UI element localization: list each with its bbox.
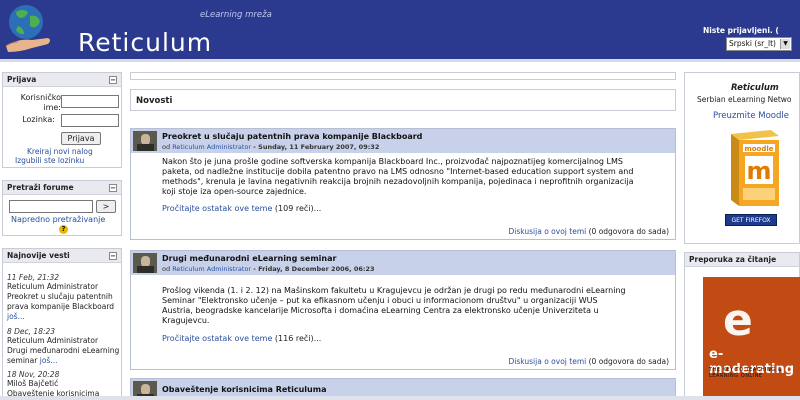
- login-block-title: Prijava: [7, 75, 37, 84]
- reticulum-title: Reticulum: [731, 83, 779, 93]
- post-title: Obaveštenje korisnicima Reticuluma: [162, 385, 327, 394]
- read-more-link[interactable]: Pročitajte ostatak ove teme: [162, 334, 272, 343]
- get-firefox-badge[interactable]: GET FIREFOX: [725, 214, 777, 226]
- recommended-reading-block: Preporuka za čitanje e e-moderating THE …: [684, 252, 800, 400]
- post-discussion: Diskusija o ovoj temi (0 odgovora do sad…: [509, 227, 669, 236]
- reply-count: (0 odgovora do sada): [588, 227, 669, 236]
- globe-hand-logo[interactable]: [2, 2, 56, 56]
- news-author: Miloš Bajčetić: [7, 379, 59, 388]
- top-divider: [130, 72, 676, 80]
- forgot-password-link[interactable]: Izgubili ste lozinku: [15, 156, 84, 165]
- news-item: 8 Dec, 18:23 Reticulum Administrator Dru…: [7, 327, 121, 366]
- discussion-link[interactable]: Diskusija o ovoj temi: [509, 357, 587, 366]
- news-heading: Novosti: [136, 96, 173, 106]
- post-date: - Sunday, 11 February 2007, 09:32: [253, 143, 380, 151]
- post-date: - Friday, 8 December 2006, 06:23: [253, 265, 375, 273]
- avatar[interactable]: [133, 253, 157, 273]
- svg-text:m: m: [746, 157, 771, 185]
- avatar[interactable]: [133, 131, 157, 151]
- username-label: Korisničko ime:: [20, 93, 61, 112]
- forum-post: Preokret u slučaju patentnih prava kompa…: [130, 128, 676, 240]
- forum-post: Drugi međunarodni eLearning seminar od R…: [130, 250, 676, 370]
- book-tagline: THE KEY TO TEACHING & LEARNING ONLINE: [709, 367, 783, 379]
- site-header: eLearning mreža Reticulum Niste prijavlj…: [0, 0, 800, 62]
- post-read-more: Pročitajte ostatak ove teme (116 reči)..…: [162, 334, 321, 343]
- latest-news-block: Najnovije vesti − 11 Feb, 21:32 Reticulu…: [2, 248, 122, 400]
- help-icon[interactable]: ?: [59, 225, 68, 234]
- news-text[interactable]: Drugi međunarodni eLearning seminar još.…: [7, 346, 121, 366]
- post-header: Drugi međunarodni eLearning seminar od R…: [131, 251, 675, 275]
- post-author-link[interactable]: Reticulum Administrator: [172, 143, 251, 151]
- post-body: Prošlog vikenda (1. i 2. 12) na Mašinsko…: [162, 286, 626, 325]
- username-input[interactable]: [61, 95, 119, 108]
- reticulum-subtitle: Serbian eLearning Netwo: [697, 95, 792, 104]
- news-item: 11 Feb, 21:32 Reticulum Administrator Pr…: [7, 273, 121, 322]
- latest-news-header: Najnovije vesti −: [3, 249, 121, 263]
- news-more-link[interactable]: još...: [40, 356, 58, 365]
- password-input[interactable]: [61, 114, 119, 127]
- password-label: Lozinka:: [22, 115, 55, 124]
- discussion-link[interactable]: Diskusija o ovoj temi: [509, 227, 587, 236]
- login-button[interactable]: Prijava: [61, 132, 101, 145]
- forum-search-block: Pretraži forume − > Napredno pretraživan…: [2, 180, 122, 236]
- site-subtitle: eLearning mreža: [200, 10, 272, 20]
- scrollbar-track[interactable]: [0, 396, 800, 400]
- site-name[interactable]: Reticulum: [78, 28, 212, 57]
- news-heading-box: Novosti: [130, 89, 676, 111]
- post-read-more: Pročitajte ostatak ove teme (109 reči)..…: [162, 204, 321, 213]
- language-value: Srpski (sr_lt): [729, 39, 776, 48]
- word-count: (109 reči)...: [274, 204, 322, 213]
- chevron-down-icon[interactable]: ▼: [780, 39, 790, 49]
- book-cover-image[interactable]: e e-moderating THE KEY TO TEACHING & LEA…: [703, 277, 800, 400]
- news-author: Reticulum Administrator: [7, 336, 99, 345]
- login-status: Niste prijavljeni. (: [703, 26, 779, 35]
- reticulum-info-block: Reticulum Serbian eLearning Netwo Preuzm…: [684, 72, 800, 244]
- news-date: 11 Feb, 21:32: [7, 273, 59, 282]
- moodle-box-image[interactable]: moodle m: [723, 128, 781, 208]
- news-more-link[interactable]: još...: [7, 312, 25, 321]
- post-meta: od Reticulum Administrator - Sunday, 11 …: [162, 143, 380, 151]
- search-block-header: Pretraži forume −: [3, 181, 121, 195]
- post-author-link[interactable]: Reticulum Administrator: [172, 265, 251, 273]
- post-title: Preokret u slučaju patentnih prava kompa…: [162, 132, 423, 141]
- advanced-search-link[interactable]: Napredno pretraživanje: [11, 215, 105, 224]
- download-moodle-link[interactable]: Preuzmite Moodle: [713, 111, 789, 121]
- create-account-link[interactable]: Kreiraj novi nalog: [27, 147, 93, 156]
- forum-search-input[interactable]: [9, 200, 93, 213]
- collapse-icon[interactable]: −: [109, 76, 117, 84]
- read-more-link[interactable]: Pročitajte ostatak ove teme: [162, 204, 272, 213]
- news-item: 18 Nov, 20:28 Miloš Bajčetić Obaveštenje…: [7, 370, 121, 399]
- search-block-title: Pretraži forume: [7, 183, 74, 192]
- post-body: Nakon što je juna prošle godine softvers…: [162, 157, 634, 196]
- reply-count: (0 odgovora do sada): [588, 357, 669, 366]
- news-date: 18 Nov, 20:28: [7, 370, 60, 379]
- collapse-icon[interactable]: −: [109, 184, 117, 192]
- recommended-header: Preporuka za čitanje: [685, 253, 799, 267]
- news-author: Reticulum Administrator: [7, 282, 99, 291]
- word-count: (116 reči)...: [274, 334, 322, 343]
- login-block-header: Prijava −: [3, 73, 121, 87]
- post-discussion: Diskusija o ovoj temi (0 odgovora do sad…: [509, 357, 669, 366]
- search-submit-button[interactable]: >: [96, 200, 116, 213]
- news-date: 8 Dec, 18:23: [7, 327, 56, 336]
- post-title: Drugi međunarodni eLearning seminar: [162, 254, 337, 263]
- moodle-box-text: moodle: [744, 145, 773, 153]
- recommended-title: Preporuka za čitanje: [689, 255, 777, 264]
- language-select[interactable]: Srpski (sr_lt) ▼: [726, 37, 792, 51]
- post-meta: od Reticulum Administrator - Friday, 8 D…: [162, 265, 375, 273]
- collapse-icon[interactable]: −: [109, 252, 117, 260]
- post-header: Preokret u slučaju patentnih prava kompa…: [131, 129, 675, 153]
- news-text[interactable]: Preokret u slučaju patentnih prava kompa…: [7, 292, 121, 322]
- login-block: Prijava − Korisničko ime: Lozinka: Prija…: [2, 72, 122, 168]
- latest-news-title: Najnovije vesti: [7, 251, 70, 260]
